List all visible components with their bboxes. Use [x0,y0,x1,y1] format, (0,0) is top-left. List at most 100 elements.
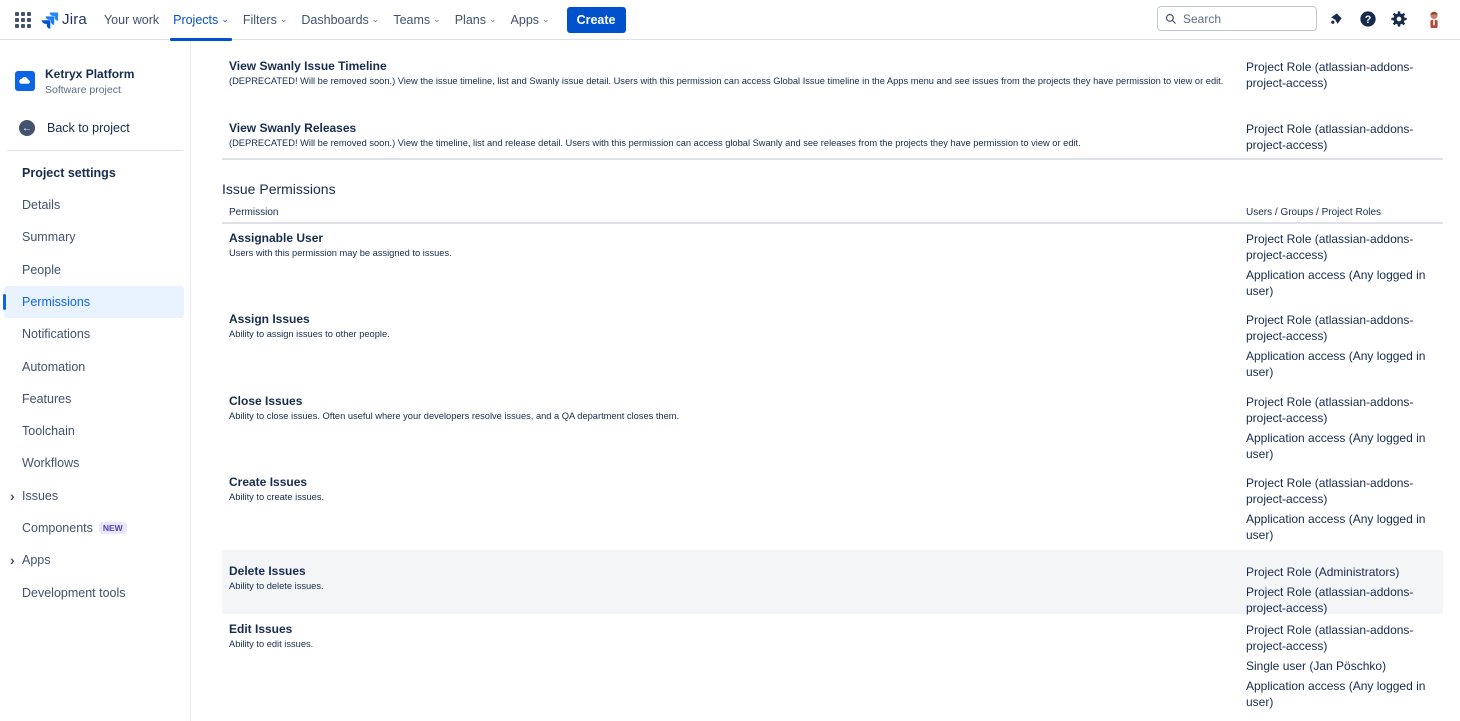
grants-list: Project Role (atlassian-addons-project-a… [1246,622,1436,714]
sidebar-item-development-tools[interactable]: Development tools [4,577,184,609]
sidebar-item-label: People [22,262,61,277]
project-type: Software project [45,84,121,96]
permission-title: View Swanly Issue Timeline [229,59,387,73]
permission-row: View Swanly Issue Timeline (DEPRECATED! W… [222,52,1443,111]
nav-label: Your work [103,12,160,27]
sidebar-item-people[interactable]: People [4,254,184,286]
grant-entry: Project Role (atlassian-addons-project-a… [1246,60,1414,90]
sidebar-item-permissions[interactable]: Permissions [3,285,184,318]
help-icon[interactable]: ? [1358,9,1378,29]
column-header-grants: Users / Groups / Project Roles [1246,207,1382,218]
app-switcher-icon[interactable] [13,10,33,30]
grants-list: Project Role (atlassian-addons-project-a… [1246,231,1436,303]
chevron-down-icon: ⌄ [221,14,229,24]
permission-description: Ability to delete issues. [229,581,324,591]
sidebar-item-summary[interactable]: Summary [4,221,184,253]
permission-row: Assignable User Users with this permissio… [222,224,1443,304]
grant-entry: Project Role (atlassian-addons-project-a… [1246,122,1414,152]
grants-list: Project Role (Administrators) Project Rol… [1246,564,1436,620]
search-placeholder: Search [1183,11,1222,26]
sidebar-divider [7,150,183,151]
grant-entry: Application access (Any logged in user) [1246,679,1426,709]
nav-dashboards[interactable]: Dashboards ⌄ [294,0,386,40]
nav-plans[interactable]: Plans ⌄ [448,0,504,40]
sidebar-item-label: Notifications [22,327,91,342]
permissions-content: View Swanly Issue Timeline (DEPRECATED! W… [222,41,1443,721]
permission-row: Close Issues Ability to close issues. Oft… [222,387,1443,467]
grant-entry: Project Role (atlassian-addons-project-a… [1246,395,1414,425]
nav-label: Filters [242,12,277,27]
sidebar-item-workflows[interactable]: Workflows [4,447,184,479]
sidebar-item-issues[interactable]: › Issues [4,480,184,512]
profile-avatar[interactable] [1424,9,1444,29]
permission-title: Create Issues [229,475,308,489]
grant-entry: Application access (Any logged in user) [1246,349,1426,379]
chevron-down-icon: ⌄ [279,14,288,24]
grant-entry: Project Role (atlassian-addons-project-a… [1246,476,1414,506]
grant-entry: Application access (Any logged in user) [1246,268,1426,298]
permission-description: Users with this permission may be assign… [229,248,452,258]
chevron-right-icon: › [10,487,15,504]
sidebar-item-automation[interactable]: Automation [4,351,184,383]
sidebar-item-features[interactable]: Features [4,383,184,415]
permission-description: Ability to create issues. [229,492,325,502]
nav-label: Apps [510,12,540,27]
nav-label: Projects [173,12,219,27]
sidebar-item-label: Apps [22,553,51,568]
sidebar-item-apps[interactable]: › Apps [4,544,184,576]
grants-list: Project Role (atlassian-addons-project-a… [1246,59,1436,95]
notifications-icon[interactable] [1326,9,1346,29]
sidebar-item-label: Details [22,198,61,212]
create-button[interactable]: Create [566,6,626,33]
section-divider [222,158,1443,160]
sidebar-item-label: Automation [22,359,86,374]
permission-description: (DEPRECATED! Will be removed soon.) View… [229,138,1081,148]
permission-row: Delete Issues Ability to delete issues. Pr… [222,550,1443,615]
permission-row: Assign Issues Ability to assign issues to… [222,305,1443,385]
jira-logo-text: Jira [62,11,87,28]
svg-text:?: ? [1365,14,1372,26]
sidebar-item-label: Permissions [22,294,91,309]
chevron-right-icon: › [10,552,15,569]
grants-list: Project Role (atlassian-addons-project-a… [1246,121,1436,157]
grant-entry: Project Role (atlassian-addons-project-a… [1246,313,1414,343]
permission-title: Assignable User [229,231,324,245]
back-to-project-link[interactable]: ← Back to project [19,120,130,136]
sidebar-item-toolchain[interactable]: Toolchain [4,415,184,447]
nav-filters[interactable]: Filters ⌄ [236,0,295,40]
grant-entry: Single user (Jan Pöschko) [1246,659,1387,673]
nav-teams[interactable]: Teams ⌄ [386,0,447,40]
project-header[interactable]: Ketryx Platform Software project [15,66,134,96]
grants-list: Project Role (atlassian-addons-project-a… [1246,312,1436,384]
jira-logo[interactable]: Jira [41,11,87,29]
nav-label: Dashboards [301,12,369,27]
nav-projects[interactable]: Projects ⌄ [166,0,236,41]
sidebar-item-label: Features [22,391,72,406]
sidebar-item-label: Workflows [22,456,80,471]
grant-entry: Project Role (Administrators) [1246,565,1400,579]
nav-your-work[interactable]: Your work [97,0,166,40]
back-to-project-label: Back to project [47,121,130,135]
project-avatar-icon [15,71,35,91]
permission-title: View Swanly Releases [229,121,357,135]
permission-title: Edit Issues [229,622,293,636]
permission-row: Edit Issues Ability to edit issues. Projec… [222,615,1443,721]
sidebar-item-details[interactable]: Details [4,189,184,221]
grant-entry: Application access (Any logged in user) [1246,512,1426,542]
new-badge: NEW [98,522,127,534]
permission-description: Ability to close issues. Often useful wh… [229,411,680,421]
sidebar-item-components[interactable]: Components NEW [4,512,184,544]
grant-entry: Project Role (atlassian-addons-project-a… [1246,623,1414,653]
jira-logo-icon [41,12,59,29]
permission-description: Ability to edit issues. [229,639,314,649]
project-name: Ketryx Platform [45,67,135,81]
arrow-left-icon: ← [19,120,35,136]
search-input[interactable]: Search [1157,6,1317,31]
grant-entry: Application access (Any logged in user) [1246,431,1426,461]
sidebar-item-label: Summary [22,230,76,245]
settings-icon[interactable] [1389,9,1409,29]
column-header-permission: Permission [229,207,279,218]
sidebar-item-notifications[interactable]: Notifications [4,318,184,350]
nav-apps[interactable]: Apps ⌄ [504,0,557,40]
sidebar-item-label: Development tools [22,585,126,600]
